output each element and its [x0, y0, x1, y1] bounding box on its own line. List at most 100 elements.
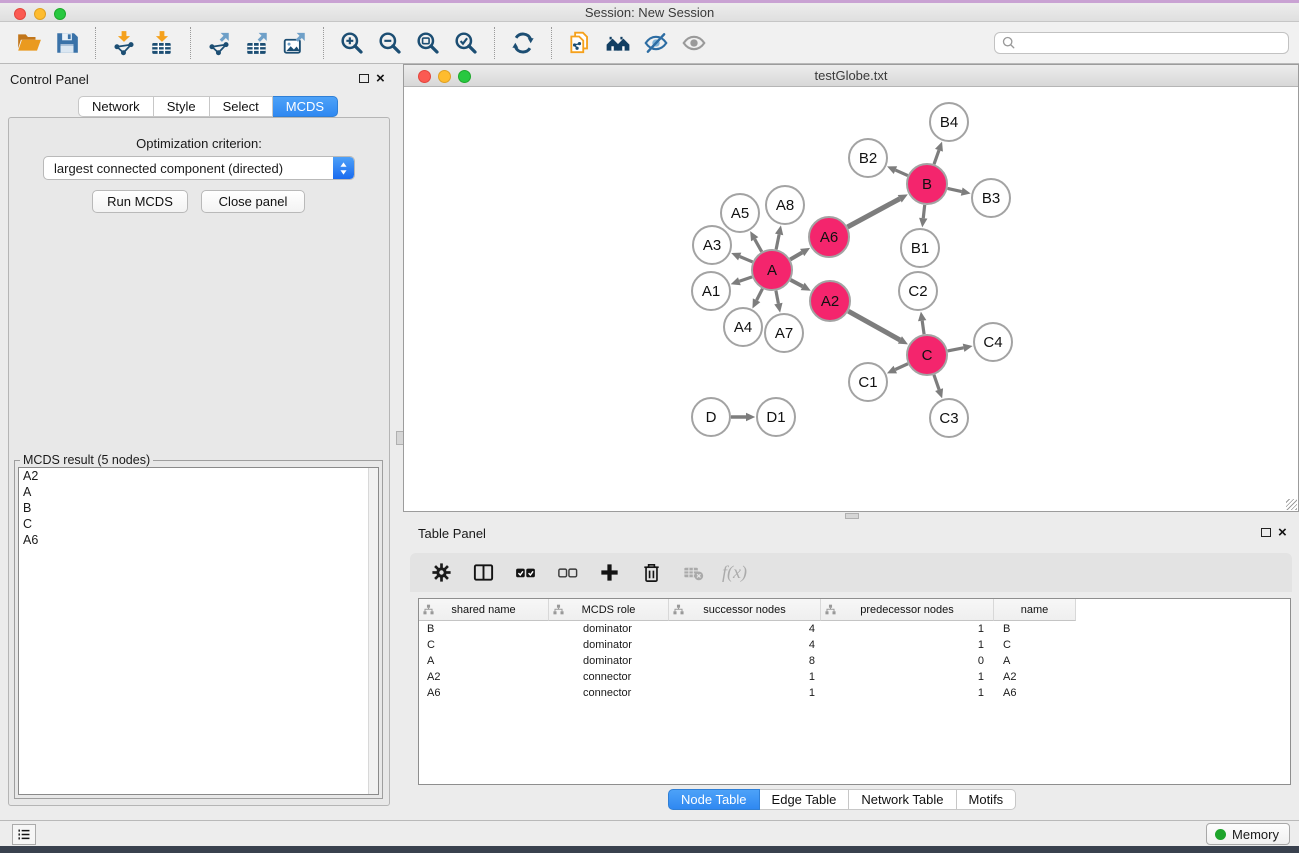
resize-grip-icon[interactable]	[1286, 499, 1297, 510]
zoom-selected-icon[interactable]	[451, 28, 481, 58]
table-row[interactable]: A2connector11A2	[419, 669, 1290, 685]
graph-edge-A6-B[interactable]	[847, 199, 899, 227]
network-window-titlebar[interactable]: testGlobe.txt	[404, 65, 1298, 87]
table-panel-float-icon[interactable]	[1261, 528, 1271, 537]
graph-node-A2[interactable]: A2	[810, 281, 850, 321]
result-item[interactable]: A2	[19, 468, 378, 484]
graph-edge-A-A4[interactable]	[757, 289, 763, 301]
column-header-shared-name[interactable]: shared name	[419, 599, 549, 621]
graph-node-A1[interactable]: A1	[692, 272, 730, 310]
graph-edge-A-A6[interactable]	[790, 253, 802, 260]
import-table-icon[interactable]	[147, 28, 177, 58]
tab-edge-table[interactable]: Edge Table	[760, 789, 850, 810]
result-item[interactable]: C	[19, 516, 378, 532]
graph-node-A6[interactable]: A6	[809, 217, 849, 257]
gear-icon[interactable]	[426, 558, 456, 588]
graph-node-C1[interactable]: C1	[849, 363, 887, 401]
column-header-MCDS-role[interactable]: MCDS role	[549, 599, 669, 621]
graph-node-C3[interactable]: C3	[930, 399, 968, 437]
export-network-icon[interactable]	[204, 28, 234, 58]
zoom-out-icon[interactable]	[375, 28, 405, 58]
graph-edge-A-A5[interactable]	[755, 239, 762, 252]
optimization-criterion-dropdown[interactable]: largest connected component (directed)	[43, 156, 355, 180]
close-panel-button[interactable]: Close panel	[201, 190, 305, 213]
table-row[interactable]: Bdominator41B	[419, 621, 1290, 637]
graph-node-B2[interactable]: B2	[849, 139, 887, 177]
graph-node-A5[interactable]: A5	[721, 194, 759, 232]
deselect-all-icon[interactable]	[552, 558, 582, 588]
graph-node-B3[interactable]: B3	[972, 179, 1010, 217]
search-input[interactable]	[1020, 34, 1282, 51]
graph-edge-A-A2[interactable]	[791, 280, 803, 286]
control-panel-float-icon[interactable]	[359, 74, 369, 83]
columns-icon[interactable]	[468, 558, 498, 588]
tab-network[interactable]: Network	[78, 96, 154, 117]
graph-node-D[interactable]: D	[692, 398, 730, 436]
graph-node-A7[interactable]: A7	[765, 314, 803, 352]
tab-node-table[interactable]: Node Table	[668, 789, 760, 810]
graph-edge-C-C3[interactable]	[934, 375, 939, 390]
delete-icon[interactable]	[636, 558, 666, 588]
add-column-icon[interactable]	[594, 558, 624, 588]
graph-node-B1[interactable]: B1	[901, 229, 939, 267]
tab-mcds[interactable]: MCDS	[273, 96, 338, 117]
tab-style[interactable]: Style	[154, 96, 210, 117]
graph-edge-A2-C[interactable]	[848, 311, 900, 340]
column-header-name[interactable]: name	[994, 599, 1076, 621]
graph-node-D1[interactable]: D1	[757, 398, 795, 436]
tab-network-table[interactable]: Network Table	[849, 789, 956, 810]
graph-edge-A-A8[interactable]	[776, 234, 779, 249]
graph-node-A8[interactable]: A8	[766, 186, 804, 224]
graph-edge-B-B1[interactable]	[923, 205, 924, 218]
graph-node-B4[interactable]: B4	[930, 103, 968, 141]
result-item[interactable]: A	[19, 484, 378, 500]
result-item[interactable]: A6	[19, 532, 378, 548]
table-panel-close-icon[interactable]: ×	[1278, 527, 1287, 539]
table-divider-grip[interactable]	[845, 513, 859, 519]
table-row[interactable]: A6connector11A6	[419, 685, 1290, 701]
tab-motifs[interactable]: Motifs	[957, 789, 1017, 810]
graph-edge-A-A7[interactable]	[776, 291, 778, 304]
houses-icon[interactable]	[603, 28, 633, 58]
export-image-icon[interactable]	[280, 28, 310, 58]
run-mcds-button[interactable]: Run MCDS	[92, 190, 188, 213]
graph-edge-C-C2[interactable]	[922, 321, 924, 334]
zoom-in-icon[interactable]	[337, 28, 367, 58]
eye-icon[interactable]	[679, 28, 709, 58]
network-canvas[interactable]: A A1 A2 A3 A4 A5 A6 A7 A8 B B1 B2 B3B4 C C1 C2 C3C4 D D1	[404, 87, 1298, 511]
graph-edge-B-B4[interactable]	[934, 150, 939, 164]
table-row[interactable]: Cdominator41C	[419, 637, 1290, 653]
column-header-successor-nodes[interactable]: successor nodes	[669, 599, 821, 621]
open-file-icon[interactable]	[14, 28, 44, 58]
memory-button[interactable]: Memory	[1206, 823, 1290, 845]
column-header-predecessor-nodes[interactable]: predecessor nodes	[821, 599, 994, 621]
tab-select[interactable]: Select	[210, 96, 273, 117]
graph-edge-B-B2[interactable]	[895, 170, 907, 175]
zoom-fit-icon[interactable]	[413, 28, 443, 58]
table-row[interactable]: Adominator80A	[419, 653, 1290, 669]
export-table-icon[interactable]	[242, 28, 272, 58]
control-panel-close-icon[interactable]: ×	[376, 73, 385, 85]
search-field[interactable]	[994, 32, 1289, 54]
result-item[interactable]: B	[19, 500, 378, 516]
graph-node-A4[interactable]: A4	[724, 308, 762, 346]
graph-node-A[interactable]: A	[752, 250, 792, 290]
graph-node-C4[interactable]: C4	[974, 323, 1012, 361]
graph-edge-C-C4[interactable]	[948, 348, 964, 351]
graph-node-B[interactable]: B	[907, 164, 947, 204]
clone-network-icon[interactable]	[565, 28, 595, 58]
graph-edge-C-C1[interactable]	[895, 364, 908, 370]
graph-edge-A-A3[interactable]	[740, 257, 753, 262]
select-all-icon[interactable]	[510, 558, 540, 588]
eye-slash-icon[interactable]	[641, 28, 671, 58]
graph-node-C[interactable]: C	[907, 335, 947, 375]
result-list-scrollbar[interactable]	[368, 468, 378, 794]
save-session-icon[interactable]	[52, 28, 82, 58]
task-history-button[interactable]	[12, 824, 36, 845]
import-network-icon[interactable]	[109, 28, 139, 58]
graph-node-A3[interactable]: A3	[693, 226, 731, 264]
graph-edge-B-B3[interactable]	[948, 188, 962, 191]
graph-node-C2[interactable]: C2	[899, 272, 937, 310]
refresh-icon[interactable]	[508, 28, 538, 58]
graph-edge-A-A1[interactable]	[739, 277, 752, 281]
